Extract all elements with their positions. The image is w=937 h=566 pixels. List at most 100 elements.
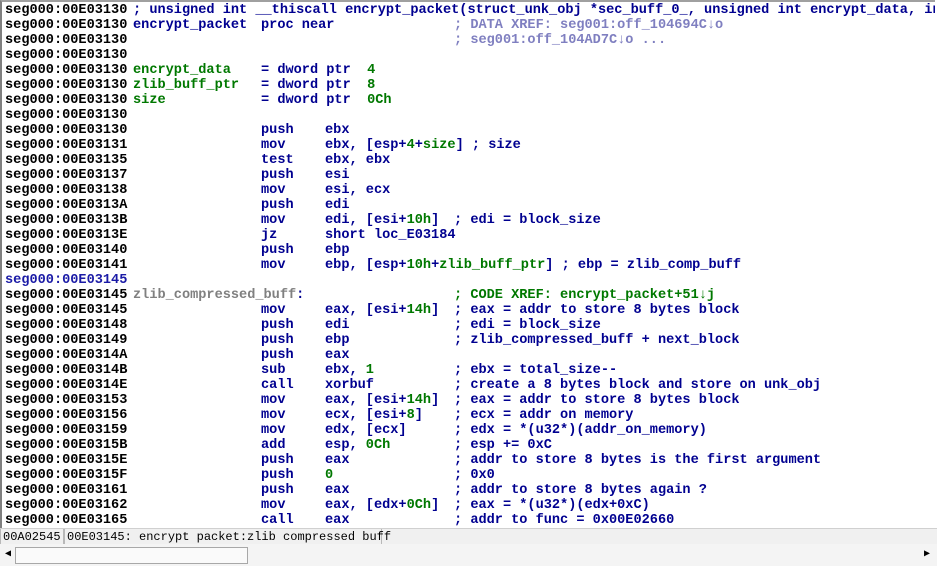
disasm-line[interactable]: seg000:00E03161 push eax ; addr to store 8 … (2, 483, 935, 498)
line-label[interactable]: encrypt_data (133, 63, 231, 78)
line-mnemonic[interactable]: mov (261, 303, 285, 318)
disasm-line[interactable]: seg000:00E0315F push 0 ; 0x0 (2, 468, 935, 483)
line-operands[interactable]: ebx, ebx (325, 153, 390, 168)
disasm-line[interactable]: seg000:00E0313A push edi (2, 198, 935, 213)
line-mnemonic[interactable]: mov (261, 213, 285, 228)
line-label[interactable]: encrypt_packet (133, 18, 247, 33)
arrow-right-icon[interactable]: ▶ (921, 547, 933, 563)
line-label[interactable]: ; unsigned int __thiscall encrypt_packet… (133, 3, 935, 18)
disasm-line[interactable]: seg000:00E03165 call eax ; addr to func = 0… (2, 513, 935, 528)
line-mnemonic[interactable]: mov (261, 498, 285, 513)
disasm-line[interactable]: seg000:00E0315E push eax ; addr to store 8 … (2, 453, 935, 468)
line-mnemonic[interactable]: jz (261, 228, 277, 243)
disasm-line[interactable]: seg000:00E03130 ; unsigned int __thiscall… (2, 3, 935, 18)
line-operands[interactable]: edi (325, 318, 349, 333)
line-mnemonic[interactable]: mov (261, 138, 285, 153)
disasm-line[interactable]: seg000:00E03130 size = dword ptr 0Ch (2, 93, 935, 108)
line-mnemonic[interactable]: = dword ptr 8 (261, 78, 375, 93)
line-mnemonic[interactable]: add (261, 438, 285, 453)
disasm-line[interactable]: seg000:00E03153 mov eax, [esi+14h] ; eax = … (2, 393, 935, 408)
disasm-line[interactable]: seg000:00E03145 mov eax, [esi+14h] ; eax = … (2, 303, 935, 318)
disasm-line[interactable]: seg000:00E03145 zlib_compressed_buff: ; CO… (2, 288, 935, 303)
line-operands[interactable]: ebp, [esp+10h+zlib_buff_ptr] ; ebp = zli… (325, 258, 741, 273)
line-operands[interactable]: 0 (325, 468, 333, 483)
horizontal-scrollbar[interactable]: ◀ ▶ (0, 544, 937, 566)
disasm-line[interactable]: seg000:00E0314A push eax (2, 348, 935, 363)
disasm-line[interactable]: seg000:00E0313B mov edi, [esi+10h] ; edi = … (2, 213, 935, 228)
line-operands[interactable]: esi (325, 168, 349, 183)
disasm-line[interactable]: seg000:00E03145 (2, 273, 935, 288)
line-mnemonic[interactable]: test (261, 153, 294, 168)
line-mnemonic[interactable]: push (261, 453, 294, 468)
line-mnemonic[interactable]: = dword ptr 4 (261, 63, 375, 78)
line-operands[interactable]: esp, 0Ch (325, 438, 390, 453)
disasm-line[interactable]: seg000:00E03131 mov ebx, [esp+4+size] ; si… (2, 138, 935, 153)
line-mnemonic[interactable]: push (261, 468, 294, 483)
line-operands[interactable]: eax (325, 513, 349, 528)
line-mnemonic[interactable]: mov (261, 408, 285, 423)
line-mnemonic[interactable]: call (261, 378, 294, 393)
line-mnemonic[interactable]: push (261, 123, 294, 138)
disasm-line[interactable]: seg000:00E0314B sub ebx, 1 ; ebx = total_si… (2, 363, 935, 378)
line-operands[interactable]: eax (325, 453, 349, 468)
line-mnemonic[interactable]: proc near (261, 18, 334, 33)
line-label[interactable]: zlib_buff_ptr (133, 78, 239, 93)
disasm-line[interactable]: seg000:00E03135 test ebx, ebx (2, 153, 935, 168)
line-mnemonic[interactable]: push (261, 333, 294, 348)
disasm-line[interactable]: seg000:00E03141 mov ebp, [esp+10h+zlib_buf… (2, 258, 935, 273)
disasm-line[interactable]: seg000:00E03162 mov eax, [edx+0Ch] ; eax = … (2, 498, 935, 513)
line-mnemonic[interactable]: push (261, 243, 294, 258)
line-mnemonic[interactable]: call (261, 513, 294, 528)
line-mnemonic[interactable]: push (261, 483, 294, 498)
disasm-line[interactable]: seg000:00E03148 push edi ; edi = block_size (2, 318, 935, 333)
line-operands[interactable]: ebx, 1 (325, 363, 374, 378)
disasm-line[interactable]: seg000:00E0313E jz short loc_E03184 (2, 228, 935, 243)
disasm-line[interactable]: seg000:00E03130 (2, 48, 935, 63)
line-operands[interactable]: xorbuf (325, 378, 374, 393)
disasm-line[interactable]: seg000:00E03130 (2, 108, 935, 123)
disasm-line[interactable]: seg000:00E03137 push esi (2, 168, 935, 183)
disasm-line[interactable]: seg000:00E03156 mov ecx, [esi+8] ; ecx = ad… (2, 408, 935, 423)
line-mnemonic[interactable]: sub (261, 363, 285, 378)
disasm-line[interactable]: seg000:00E03140 push ebp (2, 243, 935, 258)
line-mnemonic[interactable]: push (261, 348, 294, 363)
disasm-line[interactable]: seg000:00E0315B add esp, 0Ch ; esp += 0xC (2, 438, 935, 453)
line-operands[interactable]: ebx, [esp+4+size] ; size (325, 138, 521, 153)
disasm-line[interactable]: seg000:00E03130 encrypt_data = dword ptr 4 (2, 63, 935, 78)
line-operands[interactable]: ebp (325, 243, 349, 258)
disasm-line[interactable]: seg000:00E0314E call xorbuf ; create a 8 by… (2, 378, 935, 393)
disasm-line[interactable]: seg000:00E03130 encrypt_packet proc near ; … (2, 18, 935, 33)
disasm-line[interactable]: seg000:00E03149 push ebp ; zlib_compressed_… (2, 333, 935, 348)
line-operands[interactable]: ebp (325, 333, 349, 348)
line-operands[interactable]: esi, ecx (325, 183, 390, 198)
line-operands[interactable]: ecx, [esi+8] (325, 408, 423, 423)
disasm-line[interactable]: seg000:00E03159 mov edx, [ecx] ; edx = *(u3… (2, 423, 935, 438)
line-label[interactable]: zlib_compressed_buff: (133, 288, 304, 303)
line-operands[interactable]: eax, [edx+0Ch] (325, 498, 439, 513)
line-mnemonic[interactable]: = dword ptr 0Ch (261, 93, 392, 108)
line-mnemonic[interactable]: mov (261, 423, 285, 438)
disasm-line[interactable]: seg000:00E03130 push ebx (2, 123, 935, 138)
scrollbar-thumb[interactable] (15, 547, 248, 564)
line-mnemonic[interactable]: push (261, 168, 294, 183)
disasm-line[interactable]: seg000:00E03130 ; seg001:off_104AD7C↓o ..… (2, 33, 935, 48)
line-mnemonic[interactable]: mov (261, 258, 285, 273)
disassembly-view[interactable]: seg000:00E03130 ; unsigned int __thiscall… (0, 0, 935, 528)
line-operands[interactable]: eax (325, 348, 349, 363)
line-operands[interactable]: eax, [esi+14h] (325, 393, 439, 408)
arrow-left-icon[interactable]: ◀ (2, 547, 14, 563)
line-operands[interactable]: eax, [esi+14h] (325, 303, 439, 318)
line-mnemonic[interactable]: push (261, 198, 294, 213)
line-mnemonic[interactable]: mov (261, 183, 285, 198)
line-operands[interactable]: ebx (325, 123, 349, 138)
line-operands[interactable]: edi, [esi+10h] (325, 213, 439, 228)
line-operands[interactable]: short loc_E03184 (325, 228, 456, 243)
disasm-line[interactable]: seg000:00E03130 zlib_buff_ptr = dword ptr … (2, 78, 935, 93)
line-label[interactable]: size (133, 93, 166, 108)
line-operands[interactable]: eax (325, 483, 349, 498)
line-mnemonic[interactable]: push (261, 318, 294, 333)
line-mnemonic[interactable]: mov (261, 393, 285, 408)
line-operands[interactable]: edi (325, 198, 349, 213)
disasm-line[interactable]: seg000:00E03138 mov esi, ecx (2, 183, 935, 198)
line-operands[interactable]: edx, [ecx] (325, 423, 407, 438)
